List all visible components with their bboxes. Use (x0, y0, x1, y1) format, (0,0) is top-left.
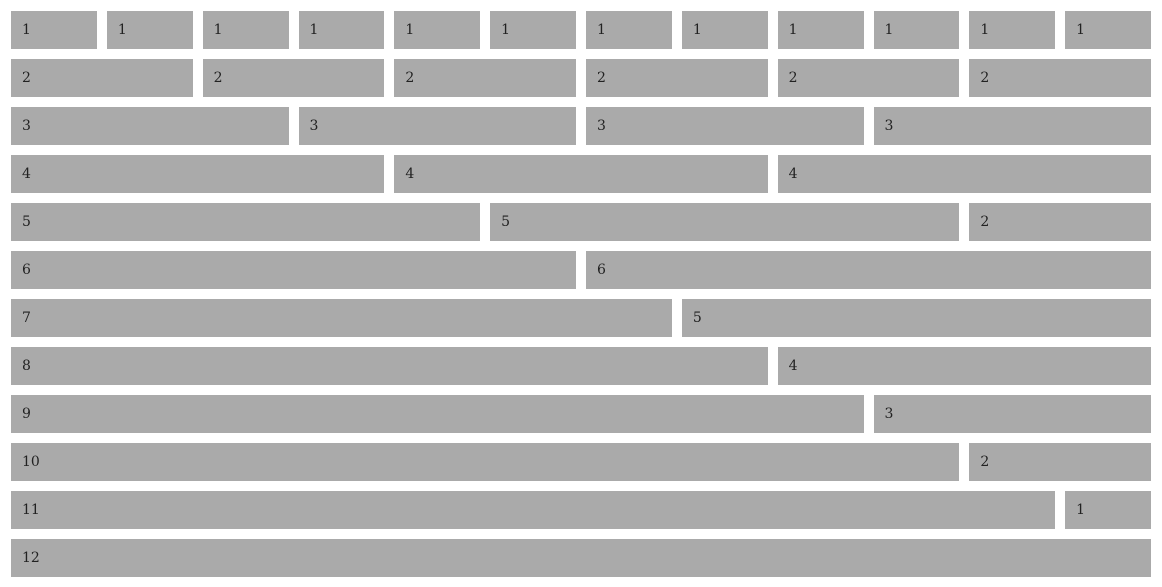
grid-row-5: 5 5 2 (11, 203, 1151, 241)
grid-cell: 3 (11, 107, 289, 145)
grid-row-8: 8 4 (11, 347, 1151, 385)
grid-cell: 2 (969, 443, 1151, 481)
grid-row-11: 11 1 (11, 491, 1151, 529)
grid-cell: 4 (777, 347, 1151, 385)
grid-row-9: 9 3 (11, 395, 1151, 433)
grid-cell: 3 (586, 107, 864, 145)
grid-cell: 1 (202, 11, 289, 49)
grid-cell: 1 (969, 11, 1056, 49)
grid-cell: 5 (11, 203, 481, 241)
column-grid-demo: 1 1 1 1 1 1 1 1 1 1 1 1 2 2 2 2 2 2 3 3 … (0, 0, 1162, 587)
grid-cell: 4 (394, 155, 768, 193)
grid-cell: 3 (873, 395, 1151, 433)
grid-cell: 1 (394, 11, 481, 49)
grid-row-1: 1 1 1 1 1 1 1 1 1 1 1 1 (11, 11, 1151, 49)
grid-cell: 1 (777, 11, 864, 49)
grid-cell: 11 (11, 491, 1056, 529)
grid-cell: 1 (106, 11, 193, 49)
grid-cell: 5 (681, 299, 1151, 337)
grid-cell: 8 (11, 347, 768, 385)
grid-cell: 1 (298, 11, 385, 49)
grid-cell: 4 (11, 155, 385, 193)
grid-cell: 1 (11, 11, 97, 49)
grid-row-7: 7 5 (11, 299, 1151, 337)
grid-cell: 7 (11, 299, 672, 337)
grid-cell: 1 (490, 11, 576, 49)
grid-row-6: 6 6 (11, 251, 1151, 289)
grid-cell: 3 (873, 107, 1151, 145)
grid-row-2: 2 2 2 2 2 2 (11, 59, 1151, 97)
grid-cell: 4 (777, 155, 1151, 193)
grid-cell: 6 (11, 251, 576, 289)
grid-cell: 2 (969, 203, 1151, 241)
grid-cell: 1 (873, 11, 960, 49)
grid-cell: 2 (586, 59, 768, 97)
grid-cell: 2 (969, 59, 1151, 97)
grid-row-4: 4 4 4 (11, 155, 1151, 193)
grid-cell: 1 (681, 11, 768, 49)
grid-row-3: 3 3 3 3 (11, 107, 1151, 145)
grid-cell: 6 (586, 251, 1151, 289)
grid-cell: 2 (777, 59, 960, 97)
grid-cell: 1 (1065, 11, 1151, 49)
grid-cell: 1 (586, 11, 672, 49)
grid-cell: 9 (11, 395, 864, 433)
grid-row-12: 12 (11, 539, 1151, 577)
grid-cell: 12 (11, 539, 1151, 577)
grid-cell: 3 (298, 107, 576, 145)
grid-cell: 1 (1065, 491, 1151, 529)
grid-cell: 2 (11, 59, 193, 97)
grid-cell: 2 (394, 59, 576, 97)
grid-cell: 2 (202, 59, 385, 97)
grid-cell: 5 (490, 203, 960, 241)
grid-row-10: 10 2 (11, 443, 1151, 481)
grid-cell: 10 (11, 443, 960, 481)
